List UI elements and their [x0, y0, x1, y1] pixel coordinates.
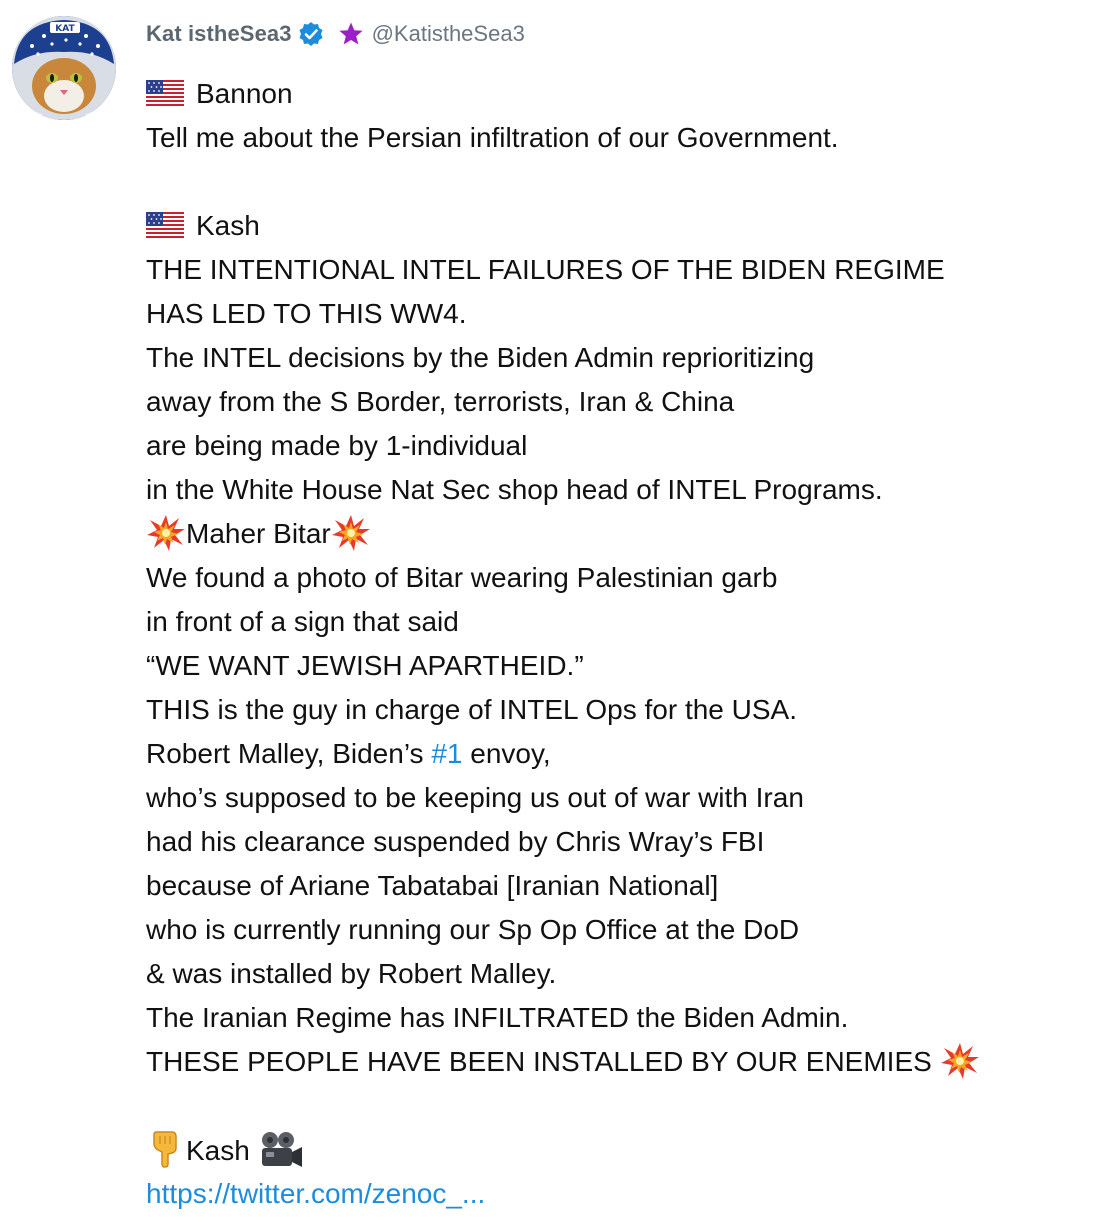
post-line: The Iranian Regime has INFILTRATED the B… — [146, 1002, 849, 1033]
post-line: away from the S Border, terrorists, Iran… — [146, 386, 735, 417]
collision-icon — [940, 1041, 980, 1081]
speaker-name-kash: Kash — [196, 210, 260, 241]
post-line: THE INTENTIONAL INTEL FAILURES OF THE BI… — [146, 254, 945, 285]
avatar-image: KAT — [12, 16, 116, 120]
highlight-name-line: Maher Bitar — [146, 512, 1086, 556]
avatar[interactable]: KAT — [12, 16, 116, 120]
video-label: Kash — [186, 1135, 250, 1166]
post-line: The INTEL decisions by the Biden Admin r… — [146, 342, 815, 373]
speaker-bannon-line: Bannon — [146, 72, 1086, 116]
post-line: in the White House Nat Sec shop head of … — [146, 474, 883, 505]
speaker-name-bannon: Bannon — [196, 78, 293, 109]
final-line-text: THESE PEOPLE HAVE BEEN INSTALLED BY OUR … — [146, 1046, 932, 1077]
post-line: who’s supposed to be keeping us out of w… — [146, 782, 804, 813]
movie-camera-icon — [258, 1130, 304, 1170]
speaker-kash-line: Kash — [146, 204, 1086, 248]
post-line: We found a photo of Bitar wearing Palest… — [146, 562, 778, 593]
post-line: in front of a sign that said — [146, 606, 459, 637]
us-flag-icon — [146, 75, 184, 106]
avatar-hat-text: KAT — [55, 24, 75, 34]
malley-prefix: Robert Malley, Biden’s — [146, 738, 432, 769]
verified-badge-icon — [298, 21, 324, 47]
malley-line: Robert Malley, Biden’s #1 envoy, — [146, 732, 1086, 776]
author-handle[interactable]: @KatistheSea3 — [372, 21, 525, 47]
post-line: who is currently running our Sp Op Offic… — [146, 914, 800, 945]
external-link[interactable]: https://twitter.com/zenoc_... — [146, 1178, 485, 1209]
collision-icon — [146, 513, 186, 553]
post-line: HAS LED TO THIS WW4. — [146, 298, 467, 329]
post-card: KAT Kat istheSea3 @KatistheSea3 Bannon T… — [0, 0, 1098, 1232]
collision-icon — [331, 513, 371, 553]
malley-suffix: envoy, — [462, 738, 551, 769]
post-line: Tell me about the Persian infiltration o… — [146, 122, 839, 153]
post-line: THIS is the guy in charge of INTEL Ops f… — [146, 694, 798, 725]
link-line: https://twitter.com/zenoc_... — [146, 1172, 1086, 1216]
us-flag-icon — [146, 207, 184, 238]
post-line: are being made by 1-individual — [146, 430, 528, 461]
post-line: “WE WANT JEWISH APARTHEID.” — [146, 650, 584, 681]
author-display-name[interactable]: Kat istheSea3 — [146, 21, 292, 47]
video-label-line: Kash — [146, 1128, 1086, 1172]
purple-star-icon — [338, 21, 364, 47]
post-line: & was installed by Robert Malley. — [146, 958, 557, 989]
post-body: Bannon Tell me about the Persian infiltr… — [146, 72, 1086, 1216]
post-line: because of Ariane Tabatabai [Iranian Nat… — [146, 870, 719, 901]
highlight-name: Maher Bitar — [186, 518, 331, 549]
post-line: had his clearance suspended by Chris Wra… — [146, 826, 765, 857]
post-header: Kat istheSea3 @KatistheSea3 — [146, 18, 525, 50]
hashtag-link[interactable]: #1 — [431, 738, 462, 769]
final-line: THESE PEOPLE HAVE BEEN INSTALLED BY OUR … — [146, 1040, 1086, 1084]
pointing-down-icon — [146, 1128, 186, 1168]
